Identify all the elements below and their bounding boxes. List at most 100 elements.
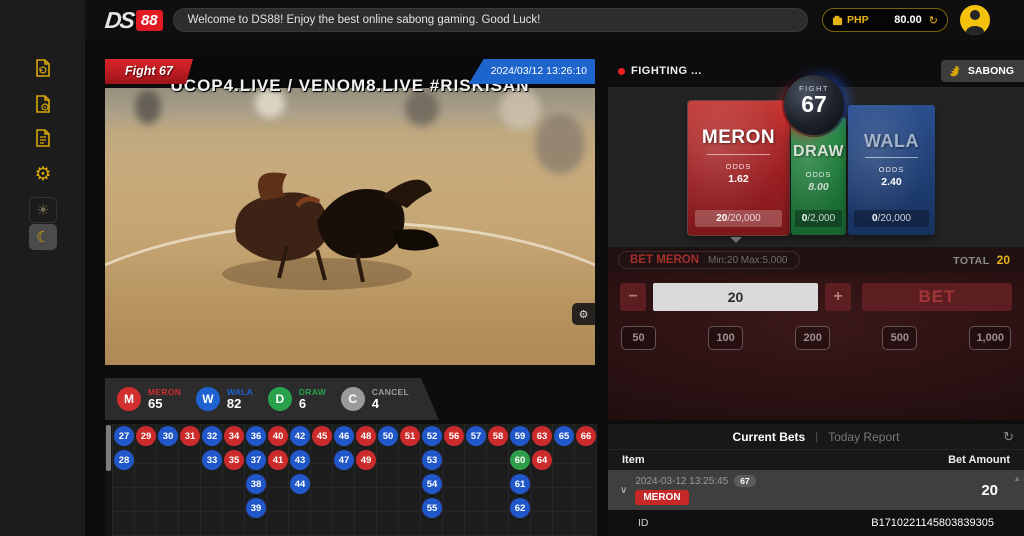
stat-circle-icon: W — [196, 387, 220, 411]
gear-icon[interactable]: ⚙ — [31, 162, 55, 186]
quick-chip-100[interactable]: 100 — [708, 326, 743, 350]
selected-side-label: BET MERON — [630, 254, 699, 266]
fight-result-30: 30 — [158, 426, 178, 446]
fight-result-60: 60 — [510, 450, 530, 470]
odds-cards-zone: MERON ODDS 1.62 20/20,000 DRAW ODDS 8.00… — [608, 87, 1024, 247]
meron-bet-card[interactable]: MERON ODDS 1.62 20/20,000 — [688, 101, 789, 235]
fight-result-52: 52 — [422, 426, 442, 446]
quick-bet-chips: 50 100 200 500 1,000 — [621, 326, 1011, 350]
live-video-player[interactable]: UCOP4.LIVE / VENOM8.LIVE #RISKISAN Fight… — [105, 55, 595, 365]
fight-result-65: 65 — [554, 426, 574, 446]
wala-card-title: WALA — [848, 131, 935, 152]
fight-result-27: 27 — [114, 426, 134, 446]
fight-result-36: 36 — [246, 426, 266, 446]
user-avatar[interactable] — [960, 5, 990, 35]
fight-result-50: 50 — [378, 426, 398, 446]
tab-today-report[interactable]: Today Report — [828, 430, 899, 444]
fight-result-62: 62 — [510, 498, 530, 518]
wallet-pill[interactable]: PHP 80.00 ↻ — [822, 8, 948, 32]
logo-88-text: 88 — [136, 10, 163, 31]
bet-controls-zone: − 20 + BET 50 100 200 500 1,000 — [608, 273, 1024, 420]
grid-scrollbar-thumb[interactable] — [106, 425, 111, 471]
quick-chip-50[interactable]: 50 — [621, 326, 656, 350]
left-sidebar: ⚙ ☀ ☾ — [0, 0, 85, 536]
draw-bet-card[interactable]: DRAW ODDS 8.00 0/2,000 — [791, 117, 846, 235]
stat-value: 4 — [372, 397, 409, 411]
quick-chip-500[interactable]: 500 — [882, 326, 917, 350]
meron-card-title: MERON — [688, 127, 789, 149]
chevron-down-icon[interactable]: ∨ — [620, 485, 627, 496]
moon-icon[interactable]: ☾ — [29, 224, 57, 250]
provider-badge-label: SABONG — [968, 65, 1014, 77]
fight-result-35: 35 — [224, 450, 244, 470]
rooster-icon — [949, 64, 963, 78]
bet-history-icon[interactable] — [31, 56, 55, 80]
fight-number-banner: Fight 67 — [105, 59, 193, 84]
fight-result-56: 56 — [444, 426, 464, 446]
fight-result-29: 29 — [136, 426, 156, 446]
fight-result-31: 31 — [180, 426, 200, 446]
wala-pool: 0/20,000 — [854, 210, 929, 227]
fight-result-28: 28 — [114, 450, 134, 470]
meron-pool-current: 20 — [716, 213, 727, 224]
wala-bet-card[interactable]: WALA ODDS 2.40 0/20,000 — [848, 105, 935, 235]
bets-refresh-icon[interactable]: ↻ — [1003, 429, 1014, 445]
tab-separator: | — [815, 431, 818, 443]
wala-pool-max: /20,000 — [878, 213, 911, 224]
bet-amount-controls: − 20 + BET — [620, 283, 1012, 311]
stat-circle-icon: D — [268, 387, 292, 411]
fight-result-55: 55 — [422, 498, 442, 518]
card-divider — [707, 154, 770, 155]
stat-cancel: CCANCEL4 — [341, 387, 409, 411]
sun-icon[interactable]: ☀ — [29, 197, 57, 223]
avatar-bust-shape — [966, 26, 984, 35]
scroll-up-icon[interactable]: ▲ — [1013, 474, 1021, 483]
wallet-currency: PHP — [847, 14, 869, 26]
fight-result-38: 38 — [246, 474, 266, 494]
fight-result-39: 39 — [246, 498, 266, 518]
fight-number-circle: FIGHT 67 — [784, 75, 844, 135]
avatar-head-shape — [970, 10, 980, 20]
fight-result-44: 44 — [290, 474, 310, 494]
reports-icon[interactable] — [31, 126, 55, 150]
bet-limits-pill: BET MERON Min:20 Max:5,000 — [618, 251, 800, 269]
stat-value: 82 — [227, 397, 253, 411]
stat-meron: MMERON65 — [117, 387, 181, 411]
draw-odds-label: ODDS — [791, 170, 846, 179]
fight-result-59: 59 — [510, 426, 530, 446]
bet-amount-value: 20 — [981, 482, 998, 499]
increase-bet-button[interactable]: + — [825, 283, 851, 311]
wallet-icon — [832, 15, 843, 26]
fight-result-58: 58 — [488, 426, 508, 446]
bet-row[interactable]: ∨ 2024-03-12 13:25:45 67 MERON 20 ▲ — [608, 470, 1024, 510]
bet-row-main: 2024-03-12 13:25:45 67 MERON — [635, 475, 755, 505]
fight-result-45: 45 — [312, 426, 332, 446]
quick-chip-200[interactable]: 200 — [795, 326, 830, 350]
quick-chip-1,000[interactable]: 1,000 — [969, 326, 1011, 350]
fight-result-47: 47 — [334, 450, 354, 470]
bet-amount-input[interactable]: 20 — [653, 283, 818, 311]
fight-result-32: 32 — [202, 426, 222, 446]
wala-odds-value: 2.40 — [848, 176, 935, 188]
draw-odds-value: 8.00 — [791, 181, 846, 193]
bet-time: 2024-03-12 13:25:45 — [635, 476, 728, 487]
fight-result-53: 53 — [422, 450, 442, 470]
transactions-icon[interactable] — [31, 92, 55, 116]
fight-result-42: 42 — [290, 426, 310, 446]
decrease-bet-button[interactable]: − — [620, 283, 646, 311]
wallet-refresh-icon[interactable]: ↻ — [929, 14, 938, 27]
provider-badge[interactable]: SABONG — [941, 60, 1024, 82]
stat-wala: WWALA82 — [196, 387, 253, 411]
video-settings-button[interactable]: ⚙ — [572, 303, 595, 325]
fight-status: FIGHTING ... — [608, 65, 702, 77]
grid-scrollbar[interactable] — [105, 424, 112, 536]
tab-current-bets[interactable]: Current Bets — [733, 430, 806, 444]
total-label: TOTAL — [953, 255, 990, 267]
fight-result-57: 57 — [466, 426, 486, 446]
ds88-logo[interactable]: DS 88 — [105, 7, 163, 34]
draw-card-title: DRAW — [791, 143, 846, 161]
selected-side-pointer — [730, 237, 742, 249]
fight-result-66: 66 — [576, 426, 596, 446]
total-bet: TOTAL 20 — [953, 253, 1014, 267]
place-bet-button[interactable]: BET — [862, 283, 1012, 311]
